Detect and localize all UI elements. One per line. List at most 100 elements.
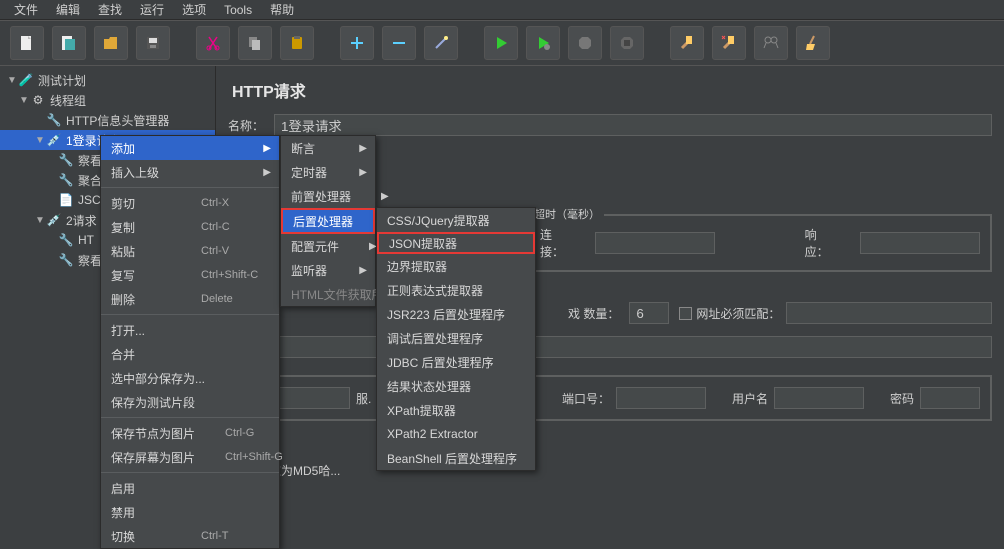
pipette-icon: 💉 xyxy=(46,132,62,148)
chevron-right-icon: ▶ xyxy=(359,143,367,154)
ctx3-css-jquery-extractor[interactable]: CSS/JQuery提取器 xyxy=(377,208,535,232)
user-input[interactable] xyxy=(774,387,864,409)
context-submenu-postproc: CSS/JQuery提取器 JSON提取器 边界提取器 正则表达式提取器 JSR… xyxy=(376,207,536,471)
ctx-save-node-image[interactable]: 保存节点为图片Ctrl-G xyxy=(101,421,279,445)
ctx-save-selection-as[interactable]: 选中部分保存为... xyxy=(101,366,279,390)
chevron-right-icon: ▶ xyxy=(381,191,389,202)
user-label: 用户名 xyxy=(732,390,768,407)
tree-label: 察看 xyxy=(78,152,102,169)
broom-button[interactable] xyxy=(796,26,830,60)
menu-search[interactable]: 查找 xyxy=(92,1,128,18)
open-button[interactable] xyxy=(94,26,128,60)
ctx-separator xyxy=(101,417,279,418)
context-submenu-add: 断言▶ 定时器▶ 前置处理器▶ 后置处理器▶ 配置元件▶ 监听器▶ HTML文件… xyxy=(280,135,376,307)
tree-thread-group[interactable]: ▼⚙线程组 xyxy=(0,90,215,110)
ctx2-pre-processor[interactable]: 前置处理器▶ xyxy=(281,184,375,208)
shutdown-button[interactable] xyxy=(610,26,644,60)
menu-help[interactable]: 帮助 xyxy=(264,1,300,18)
ctx-disable[interactable]: 禁用 xyxy=(101,500,279,524)
response-input[interactable] xyxy=(860,232,980,254)
ctx-copy[interactable]: 复制Ctrl-C xyxy=(101,215,279,239)
menu-tools[interactable]: Tools xyxy=(218,3,258,17)
ctx3-result-status[interactable]: 结果状态处理器 xyxy=(377,374,535,398)
menu-run[interactable]: 运行 xyxy=(134,1,170,18)
url-match-input[interactable] xyxy=(786,302,992,324)
start-button[interactable] xyxy=(484,26,518,60)
tree-test-plan[interactable]: ▼🧪测试计划 xyxy=(0,70,215,90)
ctx-toggle[interactable]: 切换Ctrl-T xyxy=(101,524,279,548)
ctx3-xpath2-extractor[interactable]: XPath2 Extractor xyxy=(377,422,535,446)
stop-button[interactable] xyxy=(568,26,602,60)
ctx3-regex-extractor[interactable]: 正则表达式提取器 xyxy=(377,278,535,302)
ctx-separator xyxy=(101,314,279,315)
ctx-paste[interactable]: 粘贴Ctrl-V xyxy=(101,239,279,263)
ctx-cut[interactable]: 剪切Ctrl-X xyxy=(101,191,279,215)
cut-button[interactable] xyxy=(196,26,230,60)
search-button[interactable] xyxy=(754,26,788,60)
ctx2-listener[interactable]: 监听器▶ xyxy=(281,258,375,282)
remove-button[interactable] xyxy=(382,26,416,60)
port-input[interactable] xyxy=(616,387,706,409)
url-match-checkbox[interactable] xyxy=(679,307,692,320)
toolbar xyxy=(0,20,1004,66)
ctx-open[interactable]: 打开... xyxy=(101,318,279,342)
server-fieldset: 务器 服. 端口号： 用户名 密码 xyxy=(228,375,992,421)
menu-file[interactable]: 文件 xyxy=(8,1,44,18)
new-file-button[interactable] xyxy=(10,26,44,60)
clear-all-button[interactable] xyxy=(712,26,746,60)
ctx3-debug-postproc[interactable]: 调试后置处理程序 xyxy=(377,326,535,350)
tree-label: 察看 xyxy=(78,252,102,269)
timeout-legend: 超时（毫秒） xyxy=(530,206,604,222)
templates-button[interactable] xyxy=(52,26,86,60)
flask-icon: 🧪 xyxy=(18,72,34,88)
wrench-icon: 🔧 xyxy=(58,172,74,188)
ctx3-jsr223-postproc[interactable]: JSR223 后置处理程序 xyxy=(377,302,535,326)
ctx2-html-parse[interactable]: HTML文件获取所 xyxy=(281,282,375,306)
toolbar-separator xyxy=(322,26,332,60)
clear-button[interactable] xyxy=(670,26,704,60)
connect-label: 连接： xyxy=(540,226,575,260)
ctx2-timer[interactable]: 定时器▶ xyxy=(281,160,375,184)
toolbar-separator xyxy=(466,26,476,60)
menu-options[interactable]: 选项 xyxy=(176,1,212,18)
menu-edit[interactable]: 编辑 xyxy=(50,1,86,18)
tree-label: HT xyxy=(78,233,94,247)
ctx-save-screen-image[interactable]: 保存屏幕为图片Ctrl+Shift-G xyxy=(101,445,279,469)
ctx-merge[interactable]: 合并 xyxy=(101,342,279,366)
toolbar-separator xyxy=(178,26,188,60)
chevron-right-icon: ▶ xyxy=(263,143,271,154)
ctx-save-as-fragment[interactable]: 保存为测试片段 xyxy=(101,390,279,414)
ctx3-xpath-extractor[interactable]: XPath提取器 xyxy=(377,398,535,422)
pipette-icon: 💉 xyxy=(46,212,62,228)
ctx-insert-parent[interactable]: 插入上级▶ xyxy=(101,160,279,184)
ctx3-boundary-extractor[interactable]: 边界提取器 xyxy=(377,254,535,278)
tree-header-manager[interactable]: 🔧HTTP信息头管理器 xyxy=(0,110,215,130)
ctx3-beanshell-postproc[interactable]: BeanShell 后置处理程序 xyxy=(377,446,535,470)
password-input[interactable] xyxy=(920,387,980,409)
ctx3-json-extractor[interactable]: JSON提取器 xyxy=(377,232,535,254)
name-input[interactable] xyxy=(274,114,992,136)
ctx-duplicate[interactable]: 复写Ctrl+Shift-C xyxy=(101,263,279,287)
count-label: 戏 数量： xyxy=(568,305,619,322)
wand-button[interactable] xyxy=(424,26,458,60)
wrench-icon: 🔧 xyxy=(46,112,62,128)
ctx-delete[interactable]: 删除Delete xyxy=(101,287,279,311)
port-label: 端口号： xyxy=(562,390,610,407)
wrench-icon: 🔧 xyxy=(58,252,74,268)
add-button[interactable] xyxy=(340,26,374,60)
chevron-right-icon: ▶ xyxy=(359,167,367,178)
ctx2-config-element[interactable]: 配置元件▶ xyxy=(281,234,375,258)
ctx3-jdbc-postproc[interactable]: JDBC 后置处理程序 xyxy=(377,350,535,374)
copy-button[interactable] xyxy=(238,26,272,60)
tree-label: 测试计划 xyxy=(38,72,86,89)
ctx2-post-processor[interactable]: 后置处理器▶ xyxy=(281,208,375,234)
ctx-enable[interactable]: 启用 xyxy=(101,476,279,500)
paste-button[interactable] xyxy=(280,26,314,60)
save-button[interactable] xyxy=(136,26,170,60)
start-no-timers-button[interactable] xyxy=(526,26,560,60)
ctx2-assertions[interactable]: 断言▶ xyxy=(281,136,375,160)
connect-input[interactable] xyxy=(595,232,715,254)
ctx-add[interactable]: 添加▶ xyxy=(101,136,279,160)
name-label: 名称： xyxy=(228,117,274,134)
count-input[interactable] xyxy=(629,302,669,324)
